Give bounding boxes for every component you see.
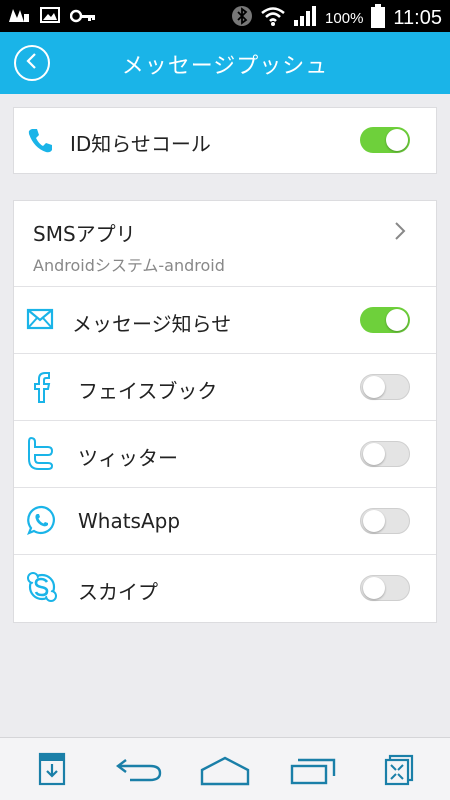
- id-call-toggle[interactable]: [360, 127, 410, 153]
- navigation-bar: [0, 737, 450, 800]
- skype-label: スカイプ: [78, 580, 158, 604]
- toggle-knob: [386, 129, 408, 151]
- twitter-toggle[interactable]: [360, 441, 410, 467]
- chevron-right-icon: [394, 221, 406, 245]
- toggle-knob: [363, 510, 385, 532]
- message-notify-label: メッセージ知らせ: [72, 312, 232, 336]
- facebook-row: フェイスブック: [14, 354, 436, 421]
- battery-icon: [371, 4, 386, 32]
- home-icon[interactable]: [200, 756, 250, 790]
- battery-percent: 100%: [325, 9, 364, 27]
- toggle-knob: [363, 443, 385, 465]
- twitter-row: ツィッター: [14, 421, 436, 488]
- status-bar: 100% 11:05: [0, 0, 450, 32]
- toggle-knob: [363, 376, 385, 398]
- id-call-row: ID知らせコール: [14, 108, 436, 173]
- dual-window-icon[interactable]: [384, 754, 414, 790]
- image-notification-icon: [40, 6, 60, 28]
- toggle-knob: [386, 309, 408, 331]
- skype-row: スカイプ: [14, 555, 436, 622]
- facebook-label: フェイスブック: [78, 379, 218, 403]
- notification-settings-card: SMSアプリ Androidシステム-android メッセージ知らせ フェイス…: [13, 200, 437, 623]
- whatsapp-toggle[interactable]: [360, 508, 410, 534]
- app-notification-icon: [8, 6, 30, 28]
- sms-app-title: SMSアプリ: [33, 222, 136, 246]
- wifi-icon: [261, 6, 285, 30]
- phone-icon: [26, 126, 54, 158]
- twitter-icon: [26, 435, 56, 475]
- toggle-knob: [363, 577, 385, 599]
- page-title: メッセージプッシュ: [121, 54, 329, 79]
- whatsapp-row: WhatsApp: [14, 488, 436, 555]
- twitter-label: ツィッター: [78, 446, 178, 470]
- download-tray-icon[interactable]: [38, 752, 66, 790]
- signal-icon: [293, 5, 317, 31]
- message-notify-toggle[interactable]: [360, 307, 410, 333]
- envelope-icon: [26, 308, 54, 334]
- sms-app-subtitle: Androidシステム-android: [33, 256, 225, 275]
- key-icon: [69, 8, 96, 27]
- recent-apps-icon[interactable]: [290, 756, 336, 790]
- clock: 11:05: [393, 6, 442, 29]
- whatsapp-icon: [26, 504, 58, 540]
- skype-toggle[interactable]: [360, 575, 410, 601]
- facebook-toggle[interactable]: [360, 374, 410, 400]
- sms-app-row[interactable]: SMSアプリ Androidシステム-android: [14, 201, 436, 287]
- app-bar: メッセージプッシュ: [0, 32, 450, 94]
- bluetooth-icon: [231, 5, 253, 31]
- message-notify-row: メッセージ知らせ: [14, 287, 436, 354]
- facebook-icon: [32, 370, 52, 408]
- back-nav-icon[interactable]: [116, 758, 162, 786]
- skype-icon: [26, 571, 58, 607]
- whatsapp-label: WhatsApp: [78, 509, 181, 533]
- id-call-card: ID知らせコール: [13, 107, 437, 174]
- id-call-label: ID知らせコール: [70, 132, 211, 156]
